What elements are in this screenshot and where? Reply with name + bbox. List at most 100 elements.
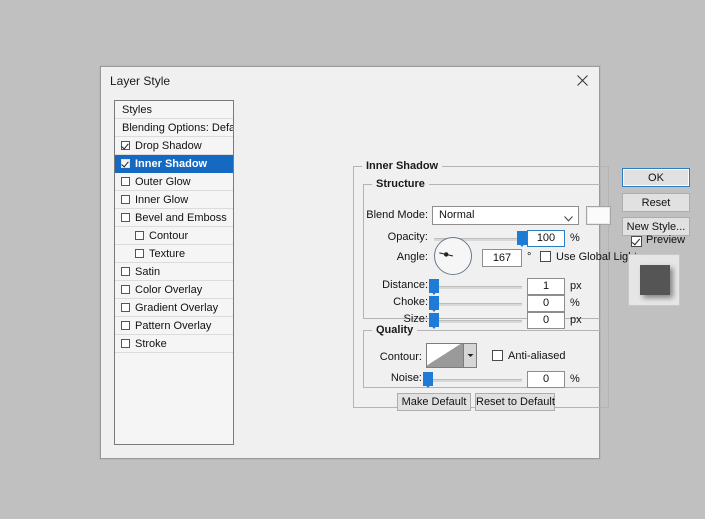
sidebar-item-outer-glow[interactable]: Outer Glow bbox=[115, 173, 233, 191]
sidebar-item-blending-options[interactable]: Blending Options: Default bbox=[115, 119, 233, 137]
style-effect-checkbox[interactable] bbox=[121, 213, 130, 222]
style-effect-checkbox[interactable] bbox=[121, 285, 130, 294]
sidebar-item-label: Pattern Overlay bbox=[135, 320, 211, 332]
structure-group: Structure Blend Mode: Normal Opacity: bbox=[363, 184, 601, 319]
sidebar-item-label: Color Overlay bbox=[135, 284, 202, 296]
style-effect-checkbox[interactable] bbox=[121, 267, 130, 276]
use-global-light-checkbox[interactable] bbox=[540, 251, 551, 262]
choke-input[interactable]: 0 bbox=[527, 295, 565, 312]
choke-slider-thumb[interactable] bbox=[429, 296, 439, 310]
styles-list-empty-area bbox=[115, 353, 233, 444]
distance-label: Distance: bbox=[364, 279, 428, 291]
contour-label: Contour: bbox=[364, 351, 422, 363]
sidebar-item-label: Gradient Overlay bbox=[135, 302, 218, 314]
styles-list-header: Styles bbox=[115, 101, 233, 119]
sidebar-item-label: Bevel and Emboss bbox=[135, 212, 227, 224]
noise-unit: % bbox=[570, 373, 580, 385]
structure-group-title: Structure bbox=[372, 178, 429, 190]
preview-checkbox[interactable] bbox=[631, 236, 642, 247]
dialog-title: Layer Style bbox=[110, 74, 170, 88]
style-effect-checkbox[interactable] bbox=[121, 321, 130, 330]
inner-shadow-panel-title: Inner Shadow bbox=[362, 160, 442, 172]
sidebar-item-label: Drop Shadow bbox=[135, 140, 202, 152]
sidebar-item-label: Contour bbox=[149, 230, 188, 242]
sidebar-item-label: Stroke bbox=[135, 338, 167, 350]
styles-list[interactable]: Styles Blending Options: Default Drop Sh… bbox=[114, 100, 234, 445]
blend-mode-select[interactable]: Normal bbox=[432, 206, 579, 225]
blend-color-swatch[interactable] bbox=[586, 206, 611, 225]
style-effect-checkbox[interactable] bbox=[121, 177, 130, 186]
angle-label: Angle: bbox=[364, 251, 428, 263]
dialog-titlebar: Layer Style bbox=[101, 67, 599, 95]
style-effect-checkbox[interactable] bbox=[135, 249, 144, 258]
reset-to-default-button[interactable]: Reset to Default bbox=[475, 393, 555, 411]
noise-input[interactable]: 0 bbox=[527, 371, 565, 388]
noise-slider-track[interactable] bbox=[428, 379, 522, 382]
preview-square bbox=[640, 265, 670, 295]
sidebar-item-label: Satin bbox=[135, 266, 160, 278]
use-global-light-label: Use Global Light bbox=[556, 251, 637, 263]
choke-label: Choke: bbox=[364, 296, 428, 308]
style-effect-checkbox[interactable] bbox=[121, 141, 130, 150]
blending-options-label: Blending Options: Default bbox=[122, 122, 234, 134]
blend-mode-label: Blend Mode: bbox=[364, 209, 428, 221]
quality-group: Quality Contour: Anti-aliased Noise: 0 % bbox=[363, 330, 601, 388]
sidebar-item-contour[interactable]: Contour bbox=[115, 227, 233, 245]
chevron-down-icon bbox=[564, 213, 573, 225]
styles-item-container: Drop Shadow Inner Shadow Outer Glow Inner G… bbox=[115, 137, 233, 353]
contour-preset-swatch[interactable] bbox=[426, 343, 464, 368]
noise-slider-thumb[interactable] bbox=[423, 372, 433, 386]
sidebar-item-inner-shadow[interactable]: Inner Shadow bbox=[115, 155, 233, 173]
sidebar-item-color-overlay[interactable]: Color Overlay bbox=[115, 281, 233, 299]
sidebar-item-bevel-and-emboss[interactable]: Bevel and Emboss bbox=[115, 209, 233, 227]
size-slider-thumb[interactable] bbox=[429, 313, 439, 327]
sidebar-item-inner-glow[interactable]: Inner Glow bbox=[115, 191, 233, 209]
opacity-slider-thumb[interactable] bbox=[517, 231, 527, 245]
choke-slider-track[interactable] bbox=[434, 303, 522, 306]
sidebar-item-label: Texture bbox=[149, 248, 185, 260]
choke-unit: % bbox=[570, 297, 580, 309]
style-effect-checkbox[interactable] bbox=[135, 231, 144, 240]
preview-thumbnail bbox=[628, 254, 680, 306]
anti-aliased-label: Anti-aliased bbox=[508, 350, 565, 362]
distance-slider-track[interactable] bbox=[434, 286, 522, 289]
sidebar-item-pattern-overlay[interactable]: Pattern Overlay bbox=[115, 317, 233, 335]
size-input[interactable]: 0 bbox=[527, 312, 565, 329]
angle-dial[interactable] bbox=[434, 237, 472, 275]
sidebar-item-label: Inner Shadow bbox=[135, 158, 207, 170]
make-default-button[interactable]: Make Default bbox=[397, 393, 471, 411]
preview-label: Preview bbox=[646, 234, 685, 246]
sidebar-item-label: Inner Glow bbox=[135, 194, 188, 206]
close-icon[interactable] bbox=[566, 67, 599, 93]
opacity-label: Opacity: bbox=[364, 231, 428, 243]
sidebar-item-gradient-overlay[interactable]: Gradient Overlay bbox=[115, 299, 233, 317]
style-effect-checkbox[interactable] bbox=[121, 339, 130, 348]
distance-slider-thumb[interactable] bbox=[429, 279, 439, 293]
angle-input[interactable]: 167 bbox=[482, 249, 522, 267]
sidebar-item-label: Outer Glow bbox=[135, 176, 191, 188]
sidebar-item-texture[interactable]: Texture bbox=[115, 245, 233, 263]
size-unit: px bbox=[570, 314, 582, 326]
distance-input[interactable]: 1 bbox=[527, 278, 565, 295]
noise-label: Noise: bbox=[364, 372, 422, 384]
inner-shadow-panel: Inner Shadow Structure Blend Mode: Norma… bbox=[353, 166, 609, 408]
angle-unit: ° bbox=[527, 251, 531, 263]
sidebar-item-stroke[interactable]: Stroke bbox=[115, 335, 233, 353]
opacity-unit: % bbox=[570, 232, 580, 244]
style-effect-checkbox[interactable] bbox=[121, 195, 130, 204]
opacity-input[interactable]: 100 bbox=[527, 230, 565, 247]
style-effect-checkbox[interactable] bbox=[121, 159, 130, 168]
sidebar-item-satin[interactable]: Satin bbox=[115, 263, 233, 281]
sidebar-item-drop-shadow[interactable]: Drop Shadow bbox=[115, 137, 233, 155]
layer-style-dialog: Layer Style Styles Blending Options: Def… bbox=[100, 66, 600, 459]
style-effect-checkbox[interactable] bbox=[121, 303, 130, 312]
anti-aliased-checkbox[interactable] bbox=[492, 350, 503, 361]
ok-button[interactable]: OK bbox=[622, 168, 690, 187]
styles-header-label: Styles bbox=[122, 104, 152, 116]
reset-button[interactable]: Reset bbox=[622, 193, 690, 212]
size-slider-track[interactable] bbox=[434, 320, 522, 323]
contour-dropdown-button[interactable] bbox=[464, 343, 477, 368]
distance-unit: px bbox=[570, 280, 582, 292]
quality-group-title: Quality bbox=[372, 324, 417, 336]
blend-mode-value: Normal bbox=[439, 209, 474, 221]
